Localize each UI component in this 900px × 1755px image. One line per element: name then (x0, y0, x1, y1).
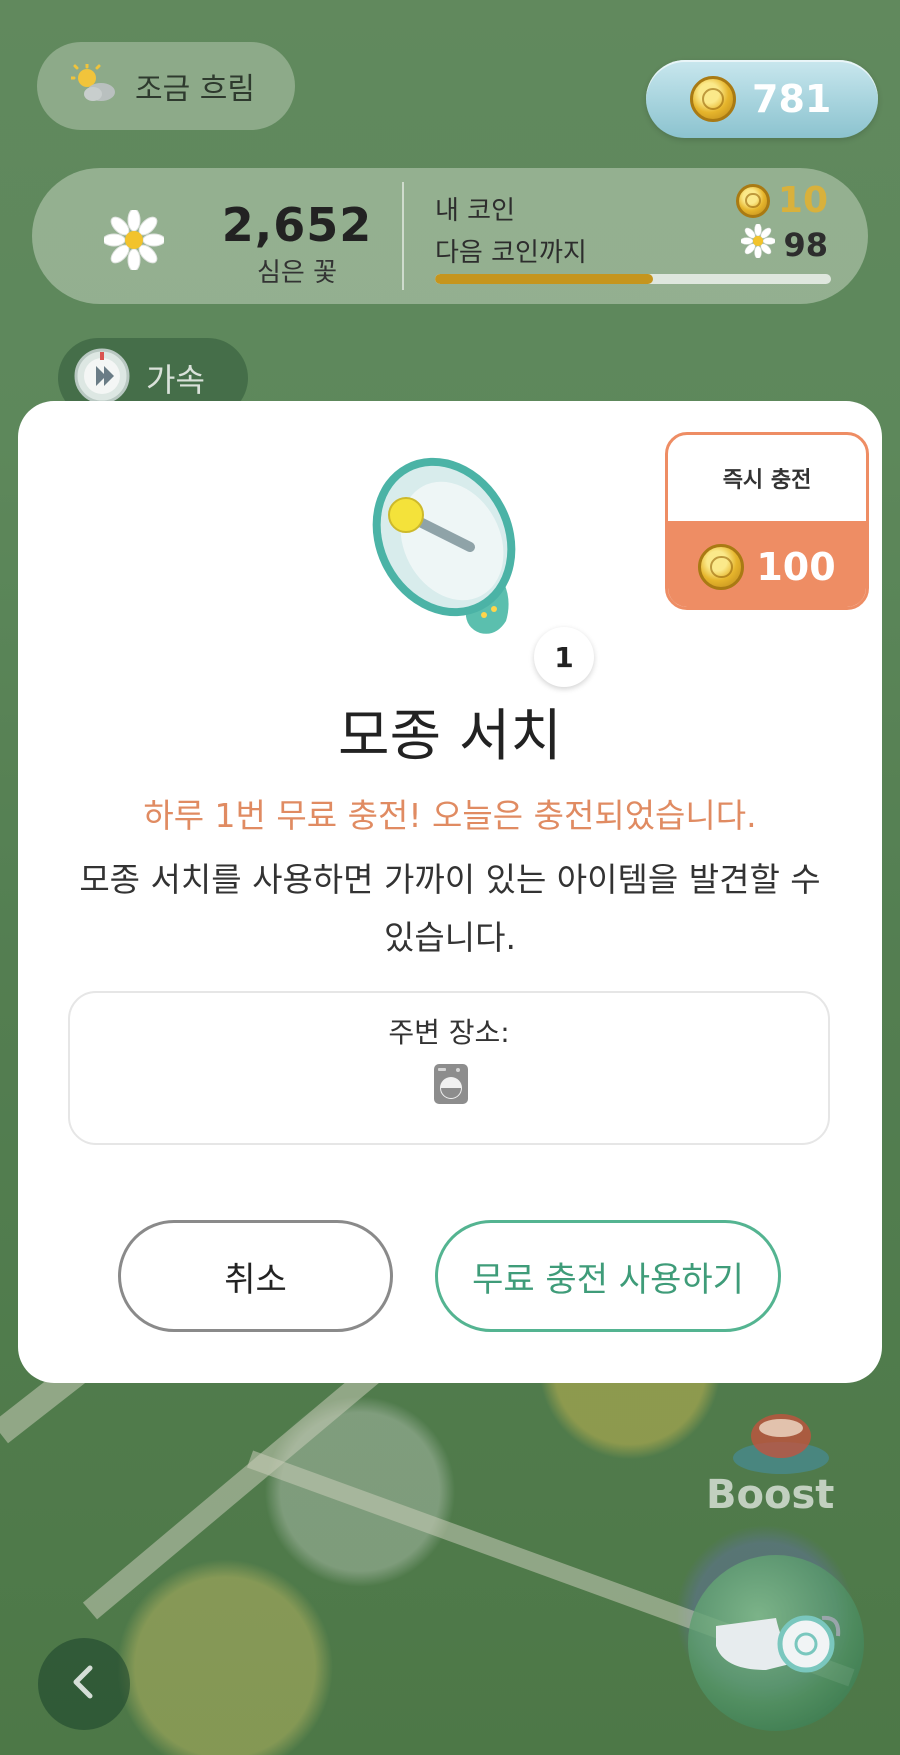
instant-charge-button[interactable]: 즉시 충전 100 (665, 432, 869, 610)
instant-charge-label: 즉시 충전 (722, 468, 812, 493)
next-coin-progress-fill (435, 274, 653, 284)
flower-stats-panel: 2,652 심은 꽃 내 코인 다음 코인까지 10 98 (32, 168, 868, 304)
nearby-places-label: 주변 장소: (388, 1016, 510, 1049)
washing-machine-icon (433, 1063, 469, 1109)
coin-balance[interactable]: 781 (646, 60, 878, 138)
my-coin-value-text: 10 (777, 180, 828, 221)
item-description: 모종 서치를 사용하면 가까이 있는 아이템을 발견할 수 있습니다. (79, 860, 821, 957)
boost-label: Boost (706, 1472, 835, 1518)
boost-button[interactable]: Boost (706, 1380, 848, 1520)
back-button[interactable] (38, 1638, 130, 1730)
planted-count: 2,652 (221, 198, 373, 252)
partly-cloudy-icon (69, 62, 119, 108)
speed-boost-label: 가속 (146, 361, 205, 399)
next-coin-value-text: 98 (783, 226, 828, 264)
whistle-button[interactable] (688, 1555, 864, 1731)
coin-icon (735, 183, 770, 218)
free-charge-notice: 하루 1번 무료 충전! 오늘은 충전되었습니다. (143, 796, 757, 835)
use-free-charge-button[interactable]: 무료 충전 사용하기 (435, 1220, 781, 1332)
next-coin-label: 다음 코인까지 (435, 238, 587, 268)
whistle-icon (706, 1596, 846, 1690)
daisy-icon (102, 208, 166, 274)
cancel-button[interactable]: 취소 (118, 1220, 393, 1332)
next-coin-value: 98 (740, 223, 828, 266)
coin-icon (698, 544, 745, 590)
planted-label: 심은 꽃 (256, 258, 338, 288)
dialog-title: 모종 서치 (338, 704, 562, 769)
item-count-badge: 1 (534, 627, 594, 687)
weather-label: 조금 흐림 (135, 72, 255, 107)
item-use-dialog: 즉시 충전 100 1 모종 서치 하루 1번 무료 충전! 오늘은 충전되었습… (18, 401, 882, 1383)
daisy-icon (740, 223, 777, 266)
instant-charge-cost: 100 (668, 521, 866, 607)
next-coin-progress (435, 274, 831, 284)
nearby-places-box: 주변 장소: (68, 991, 830, 1145)
my-coin-value: 10 (735, 180, 828, 221)
coin-icon (690, 76, 736, 122)
coin-balance-value: 781 (752, 77, 832, 121)
weather-indicator[interactable]: 조금 흐림 (37, 42, 295, 130)
stats-divider (402, 182, 404, 290)
my-coin-label: 내 코인 (435, 196, 516, 226)
megaphone-icon (366, 451, 534, 641)
instant-charge-cost-value: 100 (756, 545, 836, 589)
chevron-left-icon (70, 1664, 98, 1704)
